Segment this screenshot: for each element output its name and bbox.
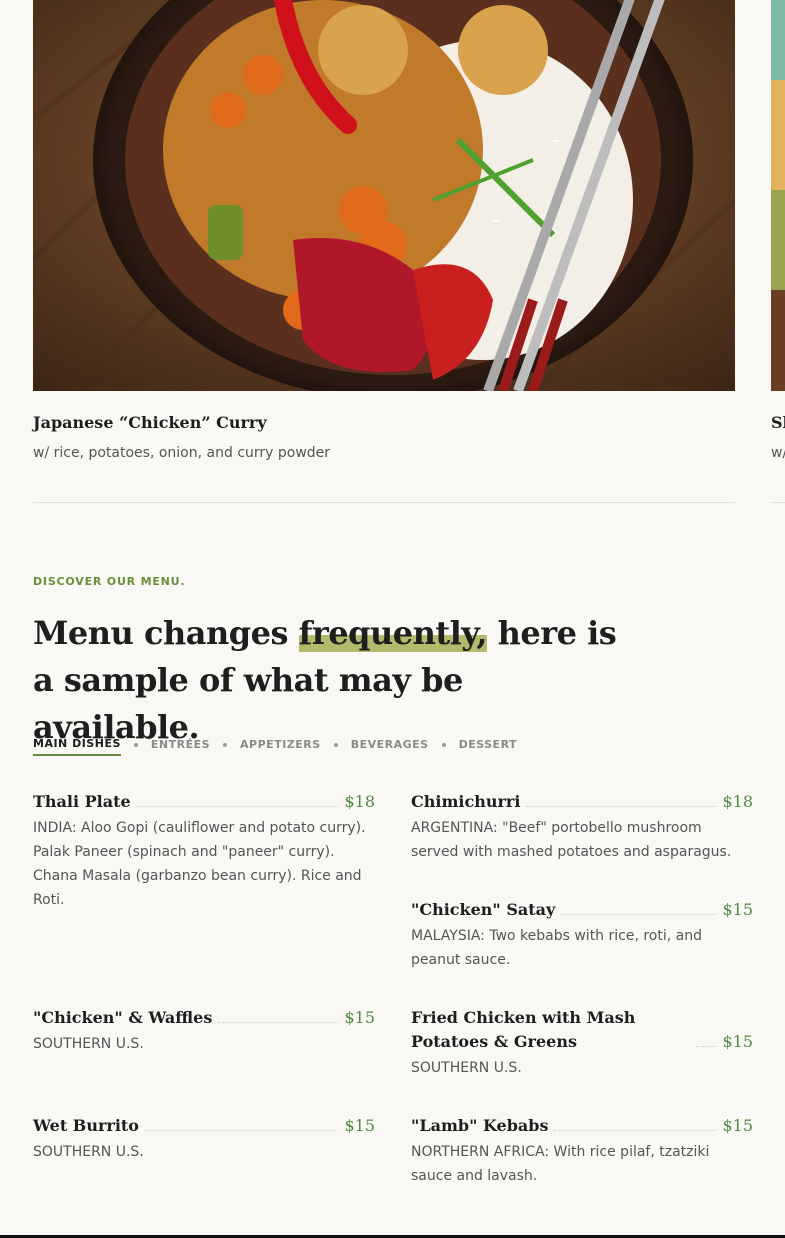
slide-description: w/ rice, potatoes, onion, and curry powd… [33, 445, 331, 461]
featured-dishes-carousel[interactable]: Japanese “Chicken” Curry w/ rice, potato… [0, 0, 785, 503]
menu-item-description: MALAYSIA: Two kebabs with rice, roti, an… [411, 928, 702, 968]
slide-divider [33, 502, 735, 503]
menu-item-price: $15 [722, 900, 753, 919]
tab-separator [333, 742, 338, 747]
menu-item-description: SOUTHERN U.S. [33, 1036, 144, 1052]
tab-beverages[interactable]: BEVERAGES [351, 738, 429, 755]
menu-eyebrow: DISCOVER OUR MENU. [33, 575, 186, 588]
menu-item-name: Thali Plate [33, 792, 131, 811]
menu-item-price: $15 [344, 1116, 375, 1135]
menu-item-description: SOUTHERN U.S. [411, 1060, 522, 1076]
curry-bowl-photo [33, 0, 735, 391]
slide-title: Sl [771, 413, 785, 432]
dotted-leader [144, 1130, 339, 1131]
menu-item-name: Wet Burrito [33, 1116, 139, 1135]
dotted-leader [554, 1130, 717, 1131]
menu-item-name: Fried Chicken with Mash Potatoes & Green… [411, 1008, 636, 1051]
menu-item: Chimichurri $18 ARGENTINA: "Beef" portob… [411, 790, 753, 864]
tab-separator [441, 742, 446, 747]
dish-photo [771, 0, 785, 391]
menu-item-description: INDIA: Aloo Gopi (cauliflower and potato… [33, 820, 366, 908]
menu-item-description: ARGENTINA: "Beef" portobello mushroom se… [411, 820, 732, 860]
dotted-leader [136, 806, 339, 807]
tab-dessert[interactable]: DESSERT [459, 738, 518, 755]
dotted-leader [218, 1022, 339, 1023]
tab-main-dishes[interactable]: MAIN DISHES [33, 737, 121, 756]
menu-item-description: SOUTHERN U.S. [33, 1144, 144, 1160]
slide-divider [771, 502, 785, 503]
slide-title: Japanese “Chicken” Curry [33, 413, 267, 432]
menu-item-name: Chimichurri [411, 792, 521, 811]
tab-appetizers[interactable]: APPETIZERS [240, 738, 321, 755]
featured-slide[interactable]: Sl w/ [771, 0, 785, 503]
menu-item: "Lamb" Kebabs $15 NORTHERN AFRICA: With … [411, 1114, 753, 1188]
menu-item: Thali Plate $18 INDIA: Aloo Gopi (caulif… [33, 790, 375, 912]
menu-item: Fried Chicken with Mash Potatoes & Green… [411, 1006, 753, 1080]
dotted-leader [526, 806, 717, 807]
menu-item-price: $15 [722, 1032, 753, 1051]
menu-item: "Chicken" Satay $15 MALAYSIA: Two kebabs… [411, 898, 753, 972]
menu-item-price: $18 [344, 792, 375, 811]
menu-item-price: $18 [722, 792, 753, 811]
featured-slide[interactable]: Japanese “Chicken” Curry w/ rice, potato… [33, 0, 735, 503]
menu-headline: Menu changes frequently, here is a sampl… [33, 610, 633, 751]
dotted-leader [696, 1046, 717, 1047]
menu-category-tabs: MAIN DISHES ENTRÉES APPETIZERS BEVERAGES… [33, 737, 517, 756]
tab-separator [223, 742, 228, 747]
tab-entrees[interactable]: ENTRÉES [151, 738, 210, 755]
menu-item-price: $15 [344, 1008, 375, 1027]
slide-description: w/ [771, 445, 785, 461]
menu-item-name: "Chicken" Satay [411, 900, 556, 919]
tab-separator [133, 742, 138, 747]
menu-item-name: "Chicken" & Waffles [33, 1008, 213, 1027]
menu-item: "Chicken" & Waffles $15 SOUTHERN U.S. [33, 1006, 375, 1056]
headline-highlight: frequently, [298, 614, 487, 652]
dotted-leader [561, 914, 717, 915]
menu-item: Wet Burrito $15 SOUTHERN U.S. [33, 1114, 375, 1164]
headline-text: Menu changes [33, 614, 299, 652]
menu-item-description: NORTHERN AFRICA: With rice pilaf, tzatzi… [411, 1144, 710, 1184]
menu-item-name: "Lamb" Kebabs [411, 1116, 549, 1135]
menu-item-price: $15 [722, 1116, 753, 1135]
